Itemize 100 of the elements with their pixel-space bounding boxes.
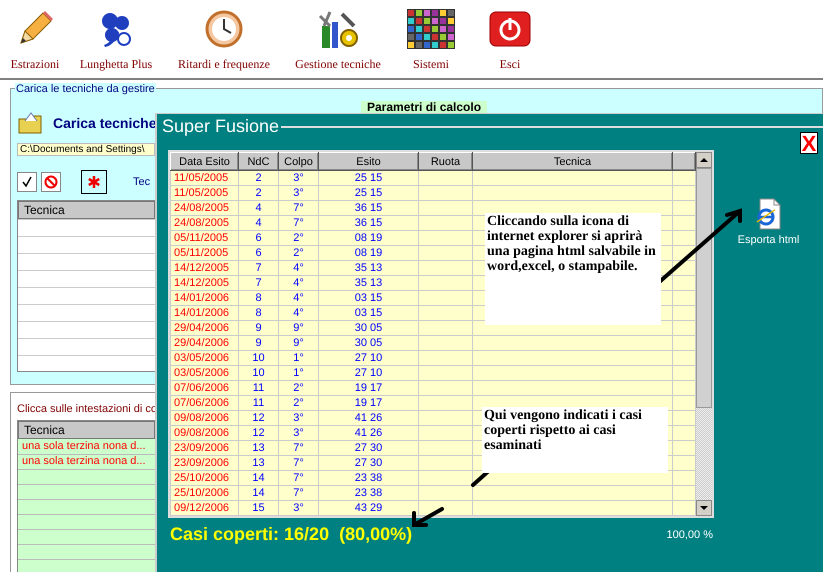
table-cell: 2° [278, 246, 318, 260]
table-cell: 09/08/2006 [170, 426, 238, 440]
path-field[interactable]: C:\Documents and Settings\ [17, 143, 155, 156]
table-cell: 23 38 [318, 470, 418, 486]
table-cell: 4 [238, 200, 278, 216]
cancel-button[interactable] [41, 172, 61, 192]
column-header[interactable]: Colpo [278, 152, 318, 170]
table-cell: 13 [238, 456, 278, 470]
table-cell: 03 15 [318, 290, 418, 306]
table-cell[interactable]: una sola terzina nona d... [18, 454, 155, 469]
scrollbar[interactable] [696, 152, 712, 516]
table-cell: 6 [238, 230, 278, 246]
load-label: Carica tecniche [53, 115, 156, 131]
table-cell: 08 19 [318, 230, 418, 246]
table-cell: 9 [238, 336, 278, 350]
scroll-up-button[interactable] [696, 152, 712, 168]
folder-icon[interactable] [17, 111, 43, 135]
column-header[interactable]: NdC [238, 152, 278, 170]
table-cell: 15 [238, 500, 278, 516]
table-cell: 35 13 [318, 276, 418, 290]
table-cell: 4° [278, 260, 318, 276]
table-cell: 7° [278, 200, 318, 216]
column-header[interactable]: Tecnica [472, 152, 672, 170]
column-header[interactable]: Ruota [418, 152, 472, 170]
coverage-summary: Casi coperti: 16/20 (80,00%) [170, 524, 412, 545]
table-cell: 05/11/2005 [170, 246, 238, 260]
column-header[interactable]: Data Esito [170, 152, 238, 170]
table-cell: 4° [278, 306, 318, 320]
table-cell: 36 15 [318, 216, 418, 230]
table-cell: 9° [278, 336, 318, 350]
table-cell: 23/09/2006 [170, 456, 238, 470]
checkmark-icon [22, 176, 32, 188]
table-cell: 1° [278, 366, 318, 380]
table-cell: 24/08/2005 [170, 216, 238, 230]
down-arrow-icon [700, 506, 708, 510]
table-cell: 25/10/2006 [170, 486, 238, 500]
table-cell: 14 [238, 486, 278, 500]
toolbar-button[interactable]: Lunghetta Plus [68, 0, 164, 72]
table-cell: 6 [238, 246, 278, 260]
callout-note: Cliccando sulla icona di internet explorer si aprirà una pagina html salvabile in word,excel, o stampabile. [485, 213, 661, 325]
percentage-text: 100,00 % [666, 528, 713, 540]
table-cell: 8 [238, 306, 278, 320]
callout-note: Qui vengono indicati i casi coperti rispetto ai casi esaminati [482, 407, 668, 473]
column-header[interactable]: Tecnica [18, 201, 155, 219]
table-cell: 7° [278, 216, 318, 230]
table-cell: 7 [238, 260, 278, 276]
table-cell: 09/12/2006 [170, 500, 238, 516]
table-cell: 12 [238, 426, 278, 440]
table-cell: 7 [238, 276, 278, 290]
table-cell: 08 19 [318, 246, 418, 260]
table-cell: 14/12/2005 [170, 260, 238, 276]
table-cell: 14 [238, 470, 278, 486]
scroll-down-button[interactable] [696, 500, 712, 516]
table-cell: 9 [238, 320, 278, 336]
toolbar-button[interactable]: Ritardi e frequenze [164, 0, 284, 72]
toolbar-button[interactable]: Sistemi [392, 0, 470, 72]
table-cell: 35 13 [318, 260, 418, 276]
table-cell: 23/09/2006 [170, 440, 238, 456]
table-cell: 30 05 [318, 320, 418, 336]
table-cell: 4° [278, 276, 318, 290]
table-cell: 10 [238, 366, 278, 380]
table-cell: 7° [278, 486, 318, 500]
table-cell: 09/08/2006 [170, 410, 238, 426]
table-cell: 7° [278, 440, 318, 456]
check-button[interactable] [17, 172, 37, 192]
toolbar-button[interactable]: Esci [470, 0, 550, 72]
table-cell[interactable]: una sola terzina nona d... [18, 439, 155, 454]
table-cell: 25 15 [318, 170, 418, 186]
table-cell: 4 [238, 216, 278, 230]
table-cell: 7° [278, 456, 318, 470]
table-cell: 03/05/2006 [170, 366, 238, 380]
table-cell: 14/12/2005 [170, 276, 238, 290]
table-cell: 07/06/2006 [170, 380, 238, 396]
close-button[interactable]: X [800, 132, 818, 154]
clock-icon [204, 9, 244, 49]
table-cell: 3° [278, 186, 318, 200]
table-cell: 14/01/2006 [170, 290, 238, 306]
table-cell: 9° [278, 320, 318, 336]
table-cell: 25 15 [318, 186, 418, 200]
table-cell: 24/08/2005 [170, 200, 238, 216]
toolbar-button[interactable]: Estrazioni [2, 0, 68, 72]
table-cell: 11 [238, 396, 278, 410]
table-cell: 29/04/2006 [170, 336, 238, 350]
browser-document-icon [754, 198, 782, 230]
asterisk-button[interactable] [81, 170, 107, 194]
toolbar-button[interactable]: Gestione tecniche [284, 0, 392, 72]
table-cell: 2° [278, 380, 318, 396]
export-button[interactable]: Esporta html [738, 198, 800, 246]
table-cell: 11/05/2005 [170, 170, 238, 186]
table-cell: 10 [238, 350, 278, 366]
table-cell: 3° [278, 426, 318, 440]
table-cell: 13 [238, 440, 278, 456]
color-grid-icon [407, 9, 455, 49]
column-header[interactable]: Tecnica [18, 421, 155, 439]
table-cell: 1° [278, 350, 318, 366]
table-cell: 30 05 [318, 336, 418, 350]
column-header[interactable]: Esito [318, 152, 418, 170]
table-cell: 2° [278, 230, 318, 246]
table-cell: 07/06/2006 [170, 396, 238, 410]
pointer-arrow [412, 507, 444, 527]
